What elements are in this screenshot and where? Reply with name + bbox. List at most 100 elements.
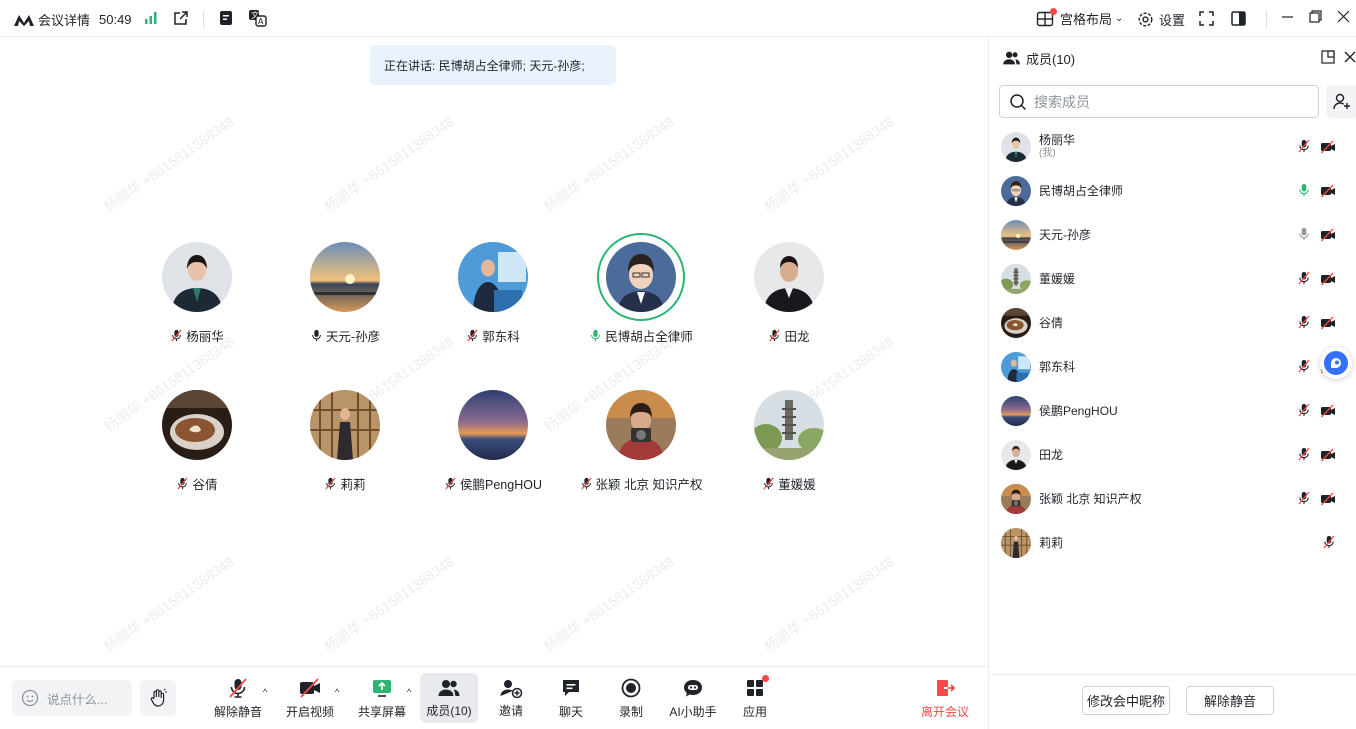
meeting-info-label: 会议详情 — [38, 13, 91, 28]
exit-door-icon — [934, 677, 956, 699]
record-button[interactable]: 录制 — [610, 673, 652, 723]
watermark-text: 杨丽华 +8615811388348 — [761, 553, 897, 655]
mic-muted-icon[interactable] — [1297, 491, 1311, 505]
sidebar-toggle-icon[interactable] — [1231, 11, 1246, 26]
member-name: 谷倩 — [1039, 316, 1064, 330]
mic-muted-icon — [768, 329, 781, 342]
video-options-caret-icon[interactable]: ^ — [335, 687, 339, 697]
participant-tile[interactable]: 莉莉 — [275, 390, 415, 493]
participant-tile[interactable]: 天元-孙彦 — [275, 242, 415, 345]
chat-icon — [560, 677, 582, 699]
participant-name: 张颖 北京 知识产权 — [595, 478, 703, 492]
close-window-icon[interactable] — [1337, 10, 1350, 23]
watermark-text: 杨丽华 +8615811388348 — [541, 113, 677, 215]
watermark-layer: 杨丽华 +8615811388348 杨丽华 +8615811388348 杨丽华 … — [0, 37, 988, 666]
ai-assistant-icon — [681, 677, 705, 699]
translate-icon[interactable]: 文A — [248, 9, 268, 27]
camera-off-icon[interactable] — [1320, 228, 1336, 242]
start-video-button[interactable]: 开启视频 — [284, 673, 336, 723]
signal-strength-icon[interactable] — [144, 11, 158, 25]
avatar — [1001, 440, 1031, 470]
mic-muted-icon — [762, 477, 775, 490]
participant-name: 莉莉 — [340, 478, 366, 492]
member-row[interactable]: 郭东科 — [989, 345, 1356, 389]
emoji-icon[interactable] — [21, 689, 39, 707]
rename-button[interactable]: 修改会中昵称 — [1082, 686, 1170, 715]
participant-tile[interactable]: 杨丽华 — [127, 242, 267, 345]
participant-tile[interactable]: 侯鹏PengHOU — [423, 390, 563, 493]
popout-icon[interactable] — [1321, 50, 1335, 64]
participant-tile[interactable]: 民博胡占全律师 — [571, 233, 711, 345]
member-name: 侯鹏PengHOU — [1039, 404, 1118, 418]
audio-options-caret-icon[interactable]: ^ — [263, 687, 267, 697]
member-row[interactable]: 张颖 北京 知识产权 — [989, 477, 1356, 521]
member-row[interactable]: 天元-孙彦 — [989, 213, 1356, 257]
member-row[interactable]: 田龙 — [989, 433, 1356, 477]
minimize-icon[interactable] — [1281, 10, 1294, 23]
chat-button[interactable]: 聊天 — [550, 673, 592, 723]
member-row[interactable]: 董媛媛 — [989, 257, 1356, 301]
member-name: 杨丽华 — [1039, 133, 1076, 147]
member-row[interactable]: 杨丽华 (我) — [989, 125, 1356, 169]
invite-member-button[interactable] — [1326, 85, 1356, 118]
participant-tile[interactable]: 董媛媛 — [719, 390, 859, 493]
floating-assistant-button[interactable] — [1320, 347, 1352, 379]
participant-tile[interactable]: 田龙 — [719, 242, 859, 345]
participant-tile[interactable]: 张颖 北京 知识产权 — [571, 390, 711, 493]
mic-muted-icon[interactable] — [1322, 535, 1336, 549]
participant-name: 杨丽华 — [186, 330, 224, 344]
watermark-text: 杨丽华 +8615811388348 — [321, 113, 457, 215]
mic-muted-icon[interactable] — [1297, 315, 1311, 329]
mic-muted-icon[interactable] — [1297, 403, 1311, 417]
chat-placeholder: 说点什么... — [47, 692, 108, 707]
camera-off-icon[interactable] — [1320, 404, 1336, 418]
raise-hand-button[interactable] — [140, 680, 176, 716]
mic-muted-icon[interactable] — [1297, 139, 1311, 153]
participant-tile[interactable]: 谷倩 — [127, 390, 267, 493]
raise-hand-icon — [148, 688, 168, 708]
invite-button[interactable]: 邀请 — [490, 673, 532, 723]
member-row[interactable]: 谷倩 — [989, 301, 1356, 345]
layout-dropdown[interactable]: 宫格布局 ⌄ — [1036, 7, 1123, 28]
top-bar: 会议详情 50:49 文A 宫格布局 ⌄ 设置 — [0, 0, 1356, 37]
speaking-indicator: 正在讲话: 民博胡占全律师; 天元-孙彦; — [370, 45, 616, 85]
share-options-caret-icon[interactable]: ^ — [407, 687, 411, 697]
close-panel-icon[interactable] — [1343, 50, 1356, 64]
camera-off-icon[interactable] — [1320, 316, 1336, 330]
mic-speaking-icon[interactable] — [1297, 183, 1311, 197]
quick-chat-input[interactable]: 说点什么... — [12, 680, 132, 716]
mic-muted-icon[interactable] — [1297, 447, 1311, 461]
member-search-input[interactable]: 搜索成员 — [999, 85, 1319, 118]
avatar — [162, 390, 232, 460]
participant-tile[interactable]: 郭东科 — [423, 242, 563, 345]
member-row[interactable]: 侯鹏PengHOU — [989, 389, 1356, 433]
external-link-icon[interactable] — [173, 10, 189, 26]
member-row[interactable]: 民博胡占全律师 — [989, 169, 1356, 213]
unmute-button[interactable]: 解除静音 — [212, 673, 264, 723]
ai-assistant-button[interactable]: AI小助手 — [666, 673, 720, 723]
camera-off-icon[interactable] — [1320, 448, 1336, 462]
mic-on-icon — [310, 329, 323, 342]
leave-meeting-button[interactable]: 离开会议 — [918, 673, 972, 723]
notes-icon[interactable] — [218, 10, 234, 26]
restore-icon[interactable] — [1309, 10, 1322, 23]
mic-muted-icon[interactable] — [1297, 359, 1311, 373]
mic-muted-icon[interactable] — [1297, 271, 1311, 285]
video-stage: 杨丽华 +8615811388348 杨丽华 +8615811388348 杨丽华 … — [0, 37, 988, 666]
unmute-all-button[interactable]: 解除静音 — [1186, 686, 1274, 715]
grid-layout-icon — [1036, 7, 1057, 28]
meeting-info-button[interactable]: 会议详情 — [13, 10, 90, 29]
fullscreen-icon[interactable] — [1199, 11, 1214, 26]
member-name: 民博胡占全律师 — [1039, 184, 1124, 198]
apps-button[interactable]: 应用 — [734, 673, 776, 723]
camera-off-icon[interactable] — [1320, 272, 1336, 286]
mic-on-icon[interactable] — [1297, 227, 1311, 241]
camera-off-icon[interactable] — [1320, 140, 1336, 154]
share-screen-button[interactable]: 共享屏幕 — [356, 673, 408, 723]
member-row[interactable]: 莉莉 — [989, 521, 1356, 565]
camera-off-icon[interactable] — [1320, 492, 1336, 506]
camera-off-icon[interactable] — [1320, 184, 1336, 198]
settings-button[interactable]: 设置 — [1137, 10, 1185, 29]
members-button[interactable]: 成员(10) — [420, 673, 478, 723]
watermark-text: 杨丽华 +8615811388348 — [101, 113, 237, 215]
